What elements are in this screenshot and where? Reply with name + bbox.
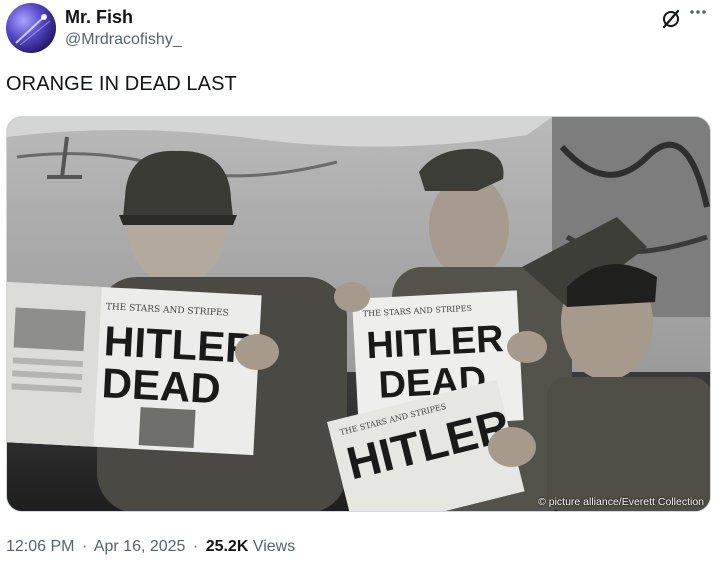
tweet-footer: 12:06 PM · Apr 16, 2025 · 25.2K Views — [6, 538, 295, 556]
separator-dot: · — [192, 538, 199, 555]
grok-icon[interactable] — [660, 8, 682, 30]
tweet-date[interactable]: Apr 16, 2025 — [94, 538, 186, 555]
tweet-text: ORANGE IN DEAD LAST — [6, 73, 237, 95]
tweet-time[interactable]: 12:06 PM — [6, 538, 74, 555]
tweet-photo[interactable]: THE STARS AND STRIPES HITLER DEAD THE ST… — [6, 116, 711, 512]
separator-dot: · — [81, 538, 88, 555]
views-label[interactable]: Views — [253, 538, 295, 555]
more-icon[interactable] — [686, 5, 710, 27]
views-count[interactable]: 25.2K — [206, 538, 249, 555]
author-name[interactable]: Mr. Fish — [65, 7, 133, 28]
tweet-header: Mr. Fish @Mrdracofishy_ — [6, 3, 710, 55]
author-handle[interactable]: @Mrdracofishy_ — [65, 31, 182, 49]
photo-illustration: THE STARS AND STRIPES HITLER DEAD THE ST… — [7, 117, 710, 511]
avatar[interactable] — [6, 3, 56, 53]
photo-credit: © picture alliance/Everett Collection — [538, 496, 704, 508]
paper1-headline-2: DEAD — [101, 359, 222, 412]
